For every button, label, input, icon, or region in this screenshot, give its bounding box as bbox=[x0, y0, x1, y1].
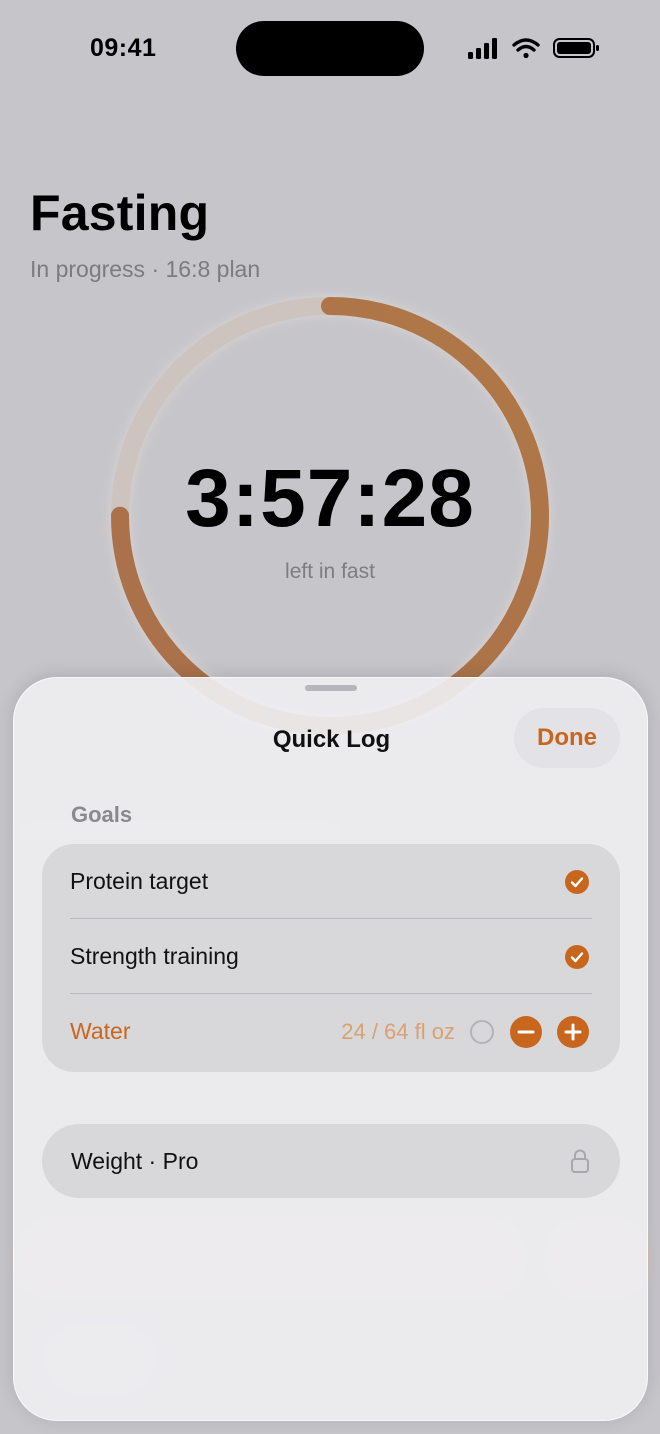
goal-label: Strength training bbox=[70, 943, 239, 969]
timer-value: 3:57:28 bbox=[185, 453, 475, 544]
goals-section-label: Goals bbox=[71, 802, 133, 827]
minus-icon bbox=[517, 1030, 535, 1034]
check-icon[interactable] bbox=[565, 945, 589, 969]
status-bar: 09:41 bbox=[0, 0, 660, 100]
done-button[interactable]: Done bbox=[514, 708, 620, 768]
water-increase-button[interactable] bbox=[557, 1016, 589, 1048]
lock-icon bbox=[571, 1149, 589, 1173]
water-decrease-button[interactable] bbox=[510, 1016, 542, 1048]
dynamic-island bbox=[236, 21, 424, 76]
plus-icon bbox=[564, 1023, 582, 1041]
page-subtitle: In progress · 16:8 plan bbox=[30, 256, 261, 282]
wifi-icon bbox=[512, 38, 540, 59]
page-header: Fasting bbox=[30, 184, 209, 242]
goal-row-protein[interactable]: Protein target bbox=[70, 844, 592, 919]
timer-caption: left in fast bbox=[285, 560, 375, 583]
check-icon[interactable] bbox=[565, 870, 589, 894]
water-status-ring[interactable] bbox=[470, 1020, 494, 1044]
status-icons bbox=[468, 38, 599, 59]
sheet-grabber[interactable] bbox=[305, 685, 357, 691]
goal-label: Protein target bbox=[70, 868, 209, 894]
battery-icon bbox=[553, 38, 599, 58]
goal-row-water: Water 24 / 64 fl oz bbox=[70, 994, 592, 1069]
quick-log-sheet: Quick Log Done Goals Protein target Stre… bbox=[13, 677, 648, 1421]
status-time: 09:41 bbox=[90, 34, 157, 62]
signal-icon bbox=[468, 38, 497, 59]
page-title: Fasting bbox=[30, 185, 210, 241]
water-value: 24 / 64 fl oz bbox=[341, 1019, 455, 1044]
goal-label: Water bbox=[70, 1018, 131, 1044]
weight-pro-row[interactable]: Weight · Pro bbox=[42, 1124, 620, 1198]
goals-card: Protein target Strength training Water 2… bbox=[42, 844, 620, 1072]
goal-row-strength[interactable]: Strength training bbox=[70, 919, 592, 994]
weight-label: Weight · Pro bbox=[71, 1147, 199, 1174]
